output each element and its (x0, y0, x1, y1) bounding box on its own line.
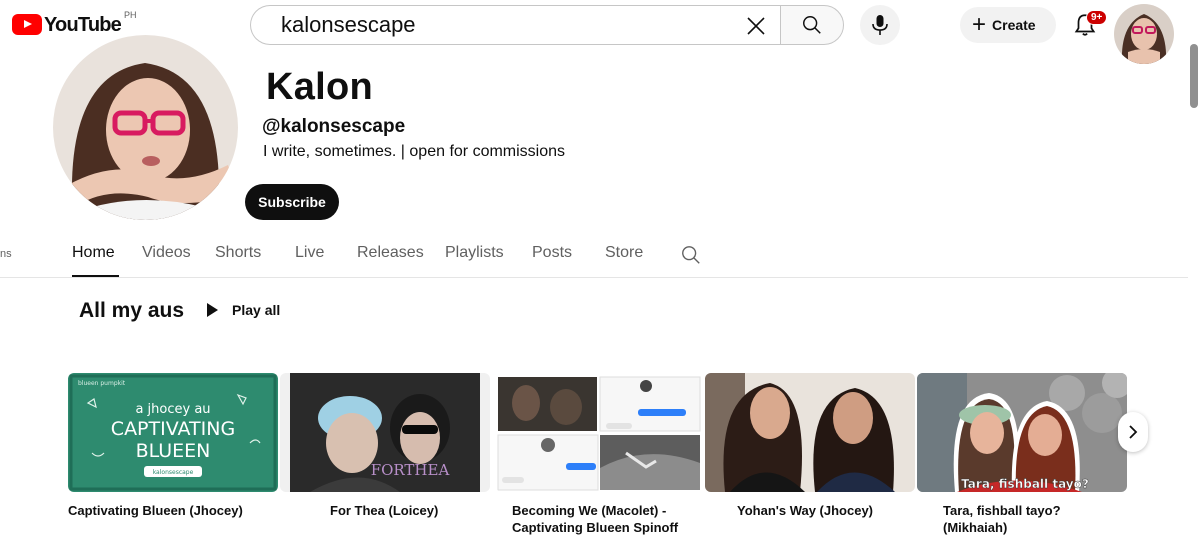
thumbnail[interactable] (496, 373, 706, 492)
play-icon (207, 303, 218, 317)
tab-home[interactable]: Home (72, 244, 115, 262)
thumb-small-text: blueen pumpkit (78, 380, 126, 387)
thumb-tag: kalonsescape (153, 469, 194, 476)
tab-store[interactable]: Store (605, 244, 643, 262)
tab-live[interactable]: Live (295, 244, 324, 262)
shelf-title[interactable]: All my aus (79, 299, 184, 323)
tabs-divider (0, 277, 1188, 278)
card-title[interactable]: Becoming We (Macolet) - Captivating Blue… (496, 502, 708, 536)
search-box (250, 5, 780, 45)
playlist-card[interactable]: Becoming We (Macolet) - Captivating Blue… (496, 373, 708, 536)
tab-playlists[interactable]: Playlists (445, 244, 504, 262)
thumbnail[interactable] (705, 373, 915, 492)
playlist-card[interactable]: FORTHEA For Thea (Loicey) (280, 373, 492, 519)
thumbnail[interactable]: Tara, fishball tayo? (917, 373, 1127, 492)
playlist-card[interactable]: blueen pumpkit a jhocey au CAPTIVATING B… (68, 373, 280, 519)
subscribe-button[interactable]: Subscribe (245, 184, 339, 220)
channel-search-icon[interactable] (680, 244, 702, 266)
thumb-line1: a jhocey au (135, 402, 210, 417)
tab-releases[interactable]: Releases (357, 244, 424, 262)
thumb-line3: BLUEEN (136, 440, 211, 462)
sidebar-edge-text: ns (0, 248, 12, 260)
search-button[interactable] (780, 5, 844, 45)
logo-text: YouTube (44, 14, 122, 36)
chevron-right-icon (1129, 425, 1138, 439)
search-input[interactable] (251, 7, 731, 43)
country-code: PH (123, 10, 137, 20)
tab-shorts[interactable]: Shorts (215, 244, 261, 262)
notification-badge: 9+ (1086, 10, 1108, 25)
playlist-card[interactable]: Tara, fishball tayo? Tara, fishball tayo… (917, 373, 1129, 536)
account-avatar[interactable] (1114, 4, 1174, 64)
close-icon[interactable] (744, 14, 768, 38)
microphone-icon (872, 15, 888, 35)
create-button[interactable]: + Create (960, 7, 1056, 43)
play-all-label: Play all (232, 302, 281, 318)
plus-icon: + (972, 11, 987, 38)
page-scrollbar[interactable] (1190, 44, 1198, 108)
channel-description[interactable]: I write, sometimes. | open for commissio… (263, 143, 565, 161)
tab-posts[interactable]: Posts (532, 244, 572, 262)
youtube-play-icon (12, 14, 42, 35)
search-icon (803, 16, 821, 34)
playlist-card[interactable]: Yohan's Way (Jhocey) (705, 373, 917, 519)
tab-videos[interactable]: Videos (142, 244, 191, 262)
shelf-next-button[interactable] (1118, 412, 1148, 452)
voice-search-button[interactable] (860, 5, 900, 45)
thumb-line2: CAPTIVATING (111, 418, 235, 440)
channel-avatar (53, 35, 238, 220)
card-title[interactable]: For Thea (Loicey) (280, 502, 492, 519)
card-title[interactable]: Captivating Blueen (Jhocey) (68, 502, 280, 519)
channel-name: Kalon (266, 66, 374, 108)
card-title[interactable]: Tara, fishball tayo? (Mikhaiah) (917, 502, 1117, 536)
channel-handle: @kalonsescape (262, 116, 406, 137)
thumb-overlay-text: FORTHEA (371, 461, 450, 479)
play-all-button[interactable]: Play all (207, 302, 280, 318)
thumbnail[interactable]: FORTHEA (280, 373, 490, 492)
card-title[interactable]: Yohan's Way (Jhocey) (705, 502, 917, 519)
youtube-logo[interactable]: YouTube PH (12, 10, 137, 37)
thumb-overlay-text: Tara, fishball tayo? (961, 477, 1089, 491)
create-label: Create (992, 17, 1036, 33)
thumbnail[interactable]: blueen pumpkit a jhocey au CAPTIVATING B… (68, 373, 278, 492)
